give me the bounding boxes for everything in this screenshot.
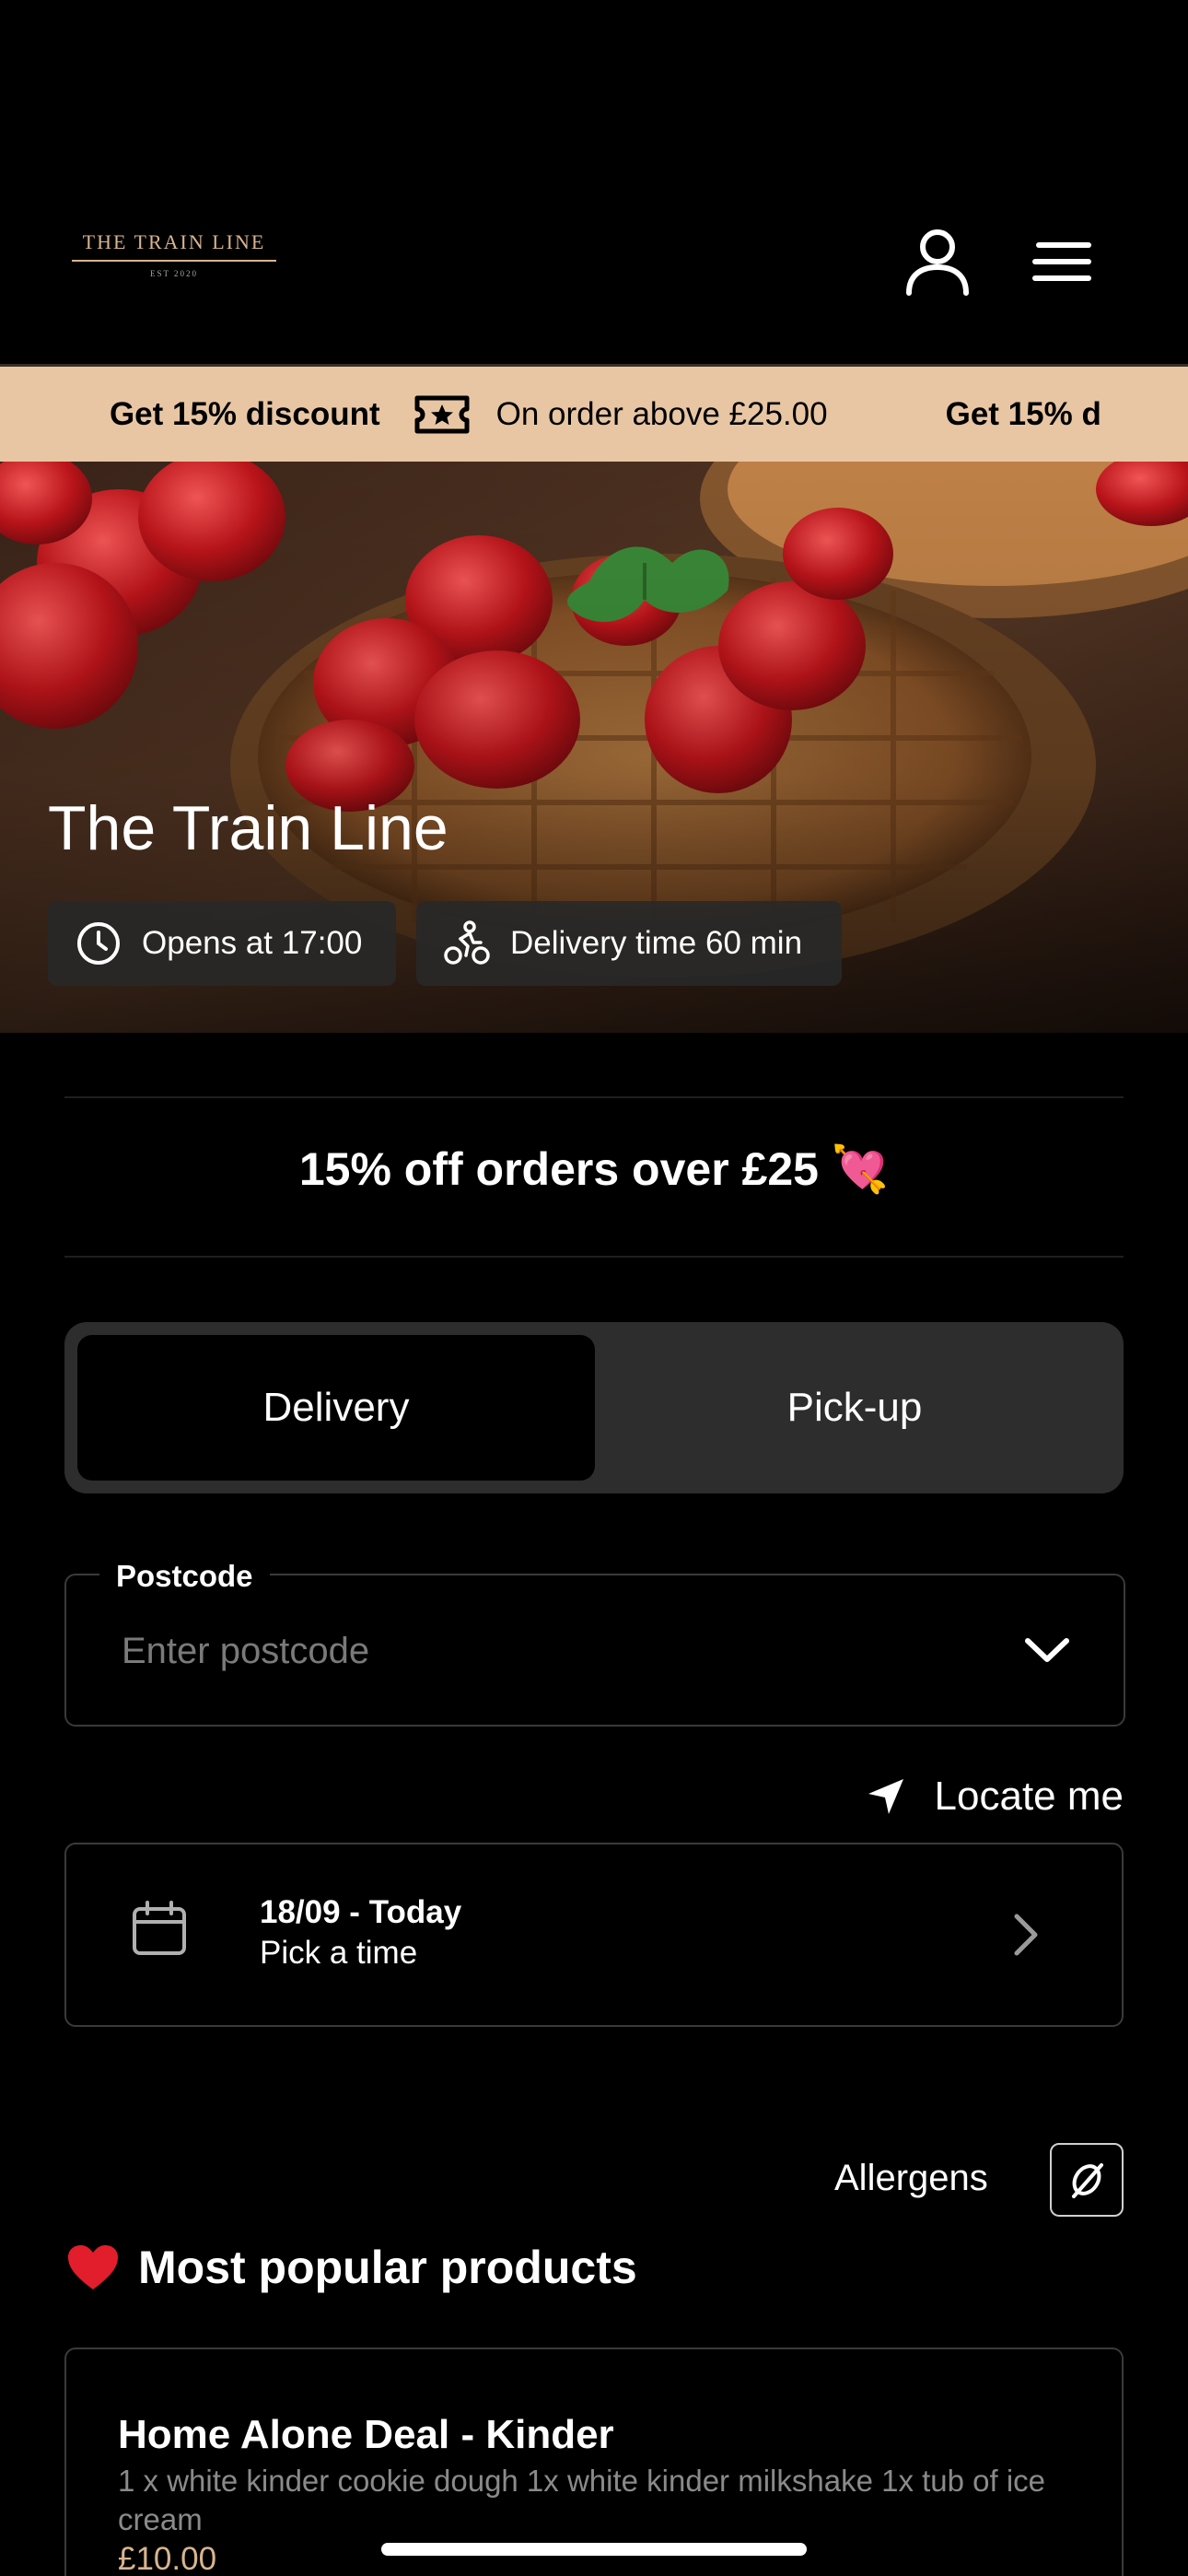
allergen-filter-icon bbox=[1072, 2163, 1103, 2198]
allergens-label: Allergens bbox=[834, 2158, 988, 2198]
menu-icon[interactable] bbox=[1031, 240, 1092, 284]
opening-time-text: Opens at 17:00 bbox=[142, 925, 363, 961]
delivery-time-text: Delivery time 60 min bbox=[510, 925, 803, 961]
popular-section-title: Most popular products bbox=[66, 2241, 637, 2294]
delivery-date: 18/09 - Today bbox=[260, 1894, 462, 1930]
promo-heading: 15% off orders over £25 💘 bbox=[298, 1143, 890, 1195]
product-name: Home Alone Deal - Kinder bbox=[118, 2412, 614, 2457]
restaurant-title: The Train Line bbox=[48, 793, 448, 863]
delivery-time-picker[interactable] bbox=[64, 1843, 1124, 2027]
app-header: THE TRAIN LINE EST 2020 bbox=[0, 0, 1188, 364]
postcode-label: Postcode bbox=[99, 1559, 270, 1594]
product-price: £10.00 bbox=[118, 2541, 217, 2576]
chevron-down-icon[interactable] bbox=[1024, 1636, 1070, 1664]
pick-time-label: Pick a time bbox=[260, 1935, 418, 1971]
order-type-toggle: Delivery Pick-up bbox=[64, 1322, 1124, 1493]
calendar-icon bbox=[133, 1901, 186, 1955]
logo-subtext: EST 2020 bbox=[149, 269, 199, 278]
ticket-star-icon bbox=[414, 395, 470, 433]
divider-bottom bbox=[64, 1256, 1124, 1258]
locate-me-label: Locate me bbox=[934, 1774, 1124, 1819]
logo-rule bbox=[72, 260, 276, 262]
logo-text: THE TRAIN LINE bbox=[82, 230, 266, 253]
opening-time-chip: Opens at 17:00 bbox=[48, 901, 396, 986]
ticker-track: 00 Get 15% discount On order above £25.0… bbox=[0, 367, 1131, 462]
ticker-discount-repeat: Get 15% d bbox=[945, 395, 1101, 432]
location-arrow-icon bbox=[868, 1779, 903, 1814]
delivery-time-chip: Delivery time 60 min bbox=[416, 901, 842, 986]
ticker-discount: Get 15% discount bbox=[109, 395, 380, 432]
promo-ticker: 00 Get 15% discount On order above £25.0… bbox=[0, 364, 1188, 462]
brand-logo[interactable]: THE TRAIN LINE EST 2020 bbox=[72, 230, 276, 286]
chevron-right-icon[interactable] bbox=[1013, 1913, 1039, 1957]
locate-me-button[interactable]: Locate me bbox=[867, 1769, 1124, 1824]
popular-title-text: Most popular products bbox=[138, 2242, 637, 2293]
product-description: 1 x white kinder cookie dough 1x white k… bbox=[118, 2464, 1046, 2536]
ticker-condition: On order above £25.00 bbox=[495, 395, 828, 432]
pickup-option[interactable]: Pick-up bbox=[599, 1335, 1111, 1481]
allergens-button[interactable] bbox=[1050, 2143, 1124, 2217]
clock-icon bbox=[77, 922, 120, 965]
user-icon[interactable] bbox=[904, 227, 971, 297]
heart-icon bbox=[68, 2245, 118, 2289]
home-indicator[interactable] bbox=[381, 2543, 807, 2556]
divider-top bbox=[64, 1096, 1124, 1098]
postcode-input[interactable] bbox=[122, 1622, 950, 1680]
delivery-option[interactable]: Delivery bbox=[77, 1335, 595, 1481]
bike-courier-icon bbox=[444, 920, 490, 965]
